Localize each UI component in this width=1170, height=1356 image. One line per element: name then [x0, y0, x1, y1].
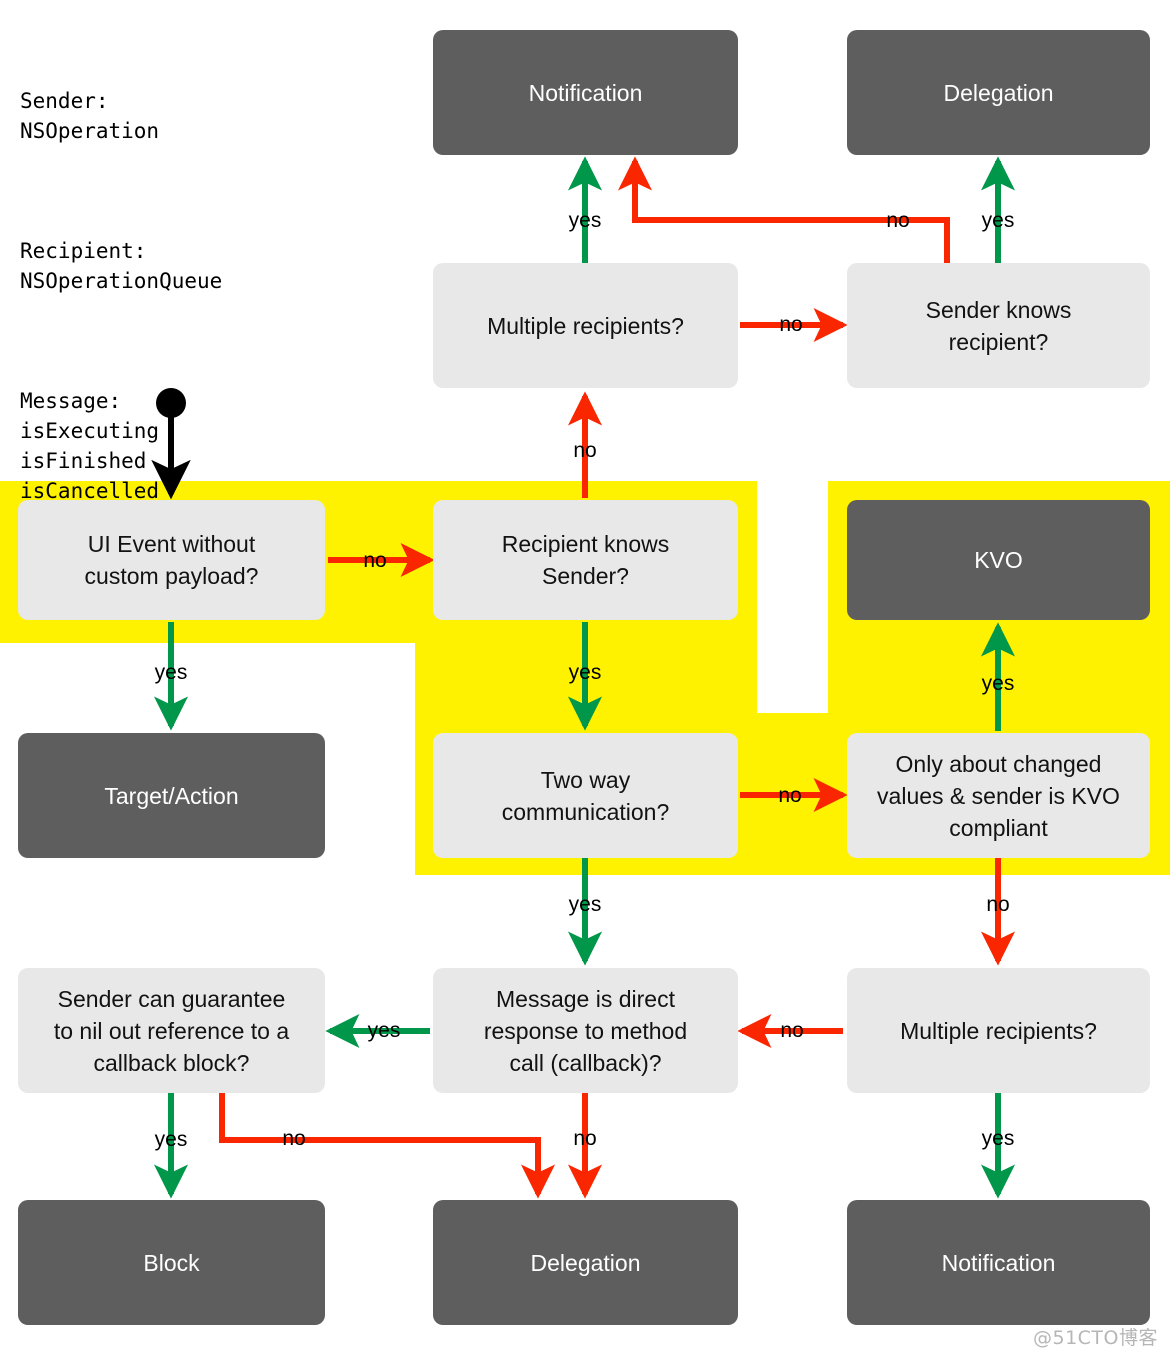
- edge-label-yes-multiple-bottom-to-notification: yes: [981, 1127, 1015, 1150]
- edge-label-no-ui-event-to-recipient: no: [363, 549, 387, 572]
- legend-recipient-label: Recipient:: [20, 239, 147, 263]
- legend-sender-value: NSOperation: [20, 119, 160, 143]
- edge-label-yes-recipient-to-twoway: yes: [568, 661, 602, 684]
- edge-label-no-recipient-to-multiple: no: [573, 439, 597, 462]
- node-delegation-top[interactable]: Delegation: [847, 30, 1150, 155]
- edge-label-yes-direct-to-sender-nil: yes: [367, 1019, 401, 1042]
- legend-recipient: Recipient: NSOperationQueue: [20, 236, 222, 296]
- node-kvo[interactable]: KVO: [847, 500, 1150, 620]
- edge-label-yes-twoway-to-direct: yes: [568, 893, 602, 916]
- edge-label-yes-ui-event-to-target: yes: [154, 661, 188, 684]
- legend-sender-label: Sender:: [20, 89, 109, 113]
- edge-label-no-multiple-bottom-to-direct: no: [780, 1019, 804, 1042]
- watermark: @51CTO博客: [1032, 1327, 1158, 1349]
- node-two-way-communication[interactable]: Two way communication?: [433, 733, 738, 858]
- node-sender-nil-out[interactable]: Sender can guarantee to nil out referenc…: [18, 968, 325, 1093]
- legend-message: Message: isExecuting isFinished isCancel…: [20, 386, 222, 506]
- legend-message-label: Message:: [20, 389, 122, 413]
- edge-label-no-direct-to-delegation: no: [573, 1127, 597, 1150]
- legend-sender: Sender: NSOperation: [20, 86, 222, 146]
- node-notification-top[interactable]: Notification: [433, 30, 738, 155]
- edge-label-no-sender-nil-to-delegation: no: [282, 1127, 306, 1150]
- node-notification-bottom[interactable]: Notification: [847, 1200, 1150, 1325]
- legend-message-values: isExecuting isFinished isCancelled: [20, 419, 160, 503]
- node-delegation-bottom[interactable]: Delegation: [433, 1200, 738, 1325]
- edge-label-no-to-notification-top: no: [886, 209, 910, 232]
- legend: Sender: NSOperation Recipient: NSOperati…: [20, 26, 222, 566]
- edge-label-yes-sender-nil-to-block: yes: [154, 1128, 188, 1151]
- legend-recipient-value: NSOperationQueue: [20, 269, 223, 293]
- edge-label-yes-kvo-compliant-to-kvo: yes: [981, 672, 1015, 695]
- edge-label-no-kvo-compliant-to-multiple: no: [986, 893, 1010, 916]
- node-multiple-recipients-bottom[interactable]: Multiple recipients?: [847, 968, 1150, 1093]
- node-sender-knows-recipient[interactable]: Sender knows recipient?: [847, 263, 1150, 388]
- node-ui-event[interactable]: UI Event without custom payload?: [18, 500, 325, 620]
- node-direct-response[interactable]: Message is direct response to method cal…: [433, 968, 738, 1093]
- node-multiple-recipients-top[interactable]: Multiple recipients?: [433, 263, 738, 388]
- edge-label-yes-delegation-top: yes: [981, 209, 1015, 232]
- node-block-bottom[interactable]: Block: [18, 1200, 325, 1325]
- edge-sender-nil-no-delegation-bottom: [219, 1093, 556, 1199]
- node-kvo-compliant[interactable]: Only about changed values & sender is KV…: [847, 733, 1150, 858]
- node-target-action[interactable]: Target/Action: [18, 733, 325, 858]
- edge-label-yes-notification-top: yes: [568, 209, 602, 232]
- edge-label-no-multiple-to-sender-knows: no: [779, 313, 803, 336]
- edge-label-no-twoway-to-kvo-compliant: no: [778, 784, 802, 807]
- flowchart-canvas: Sender: NSOperation Recipient: NSOperati…: [0, 0, 1170, 1356]
- node-recipient-knows-sender[interactable]: Recipient knows Sender?: [433, 500, 738, 620]
